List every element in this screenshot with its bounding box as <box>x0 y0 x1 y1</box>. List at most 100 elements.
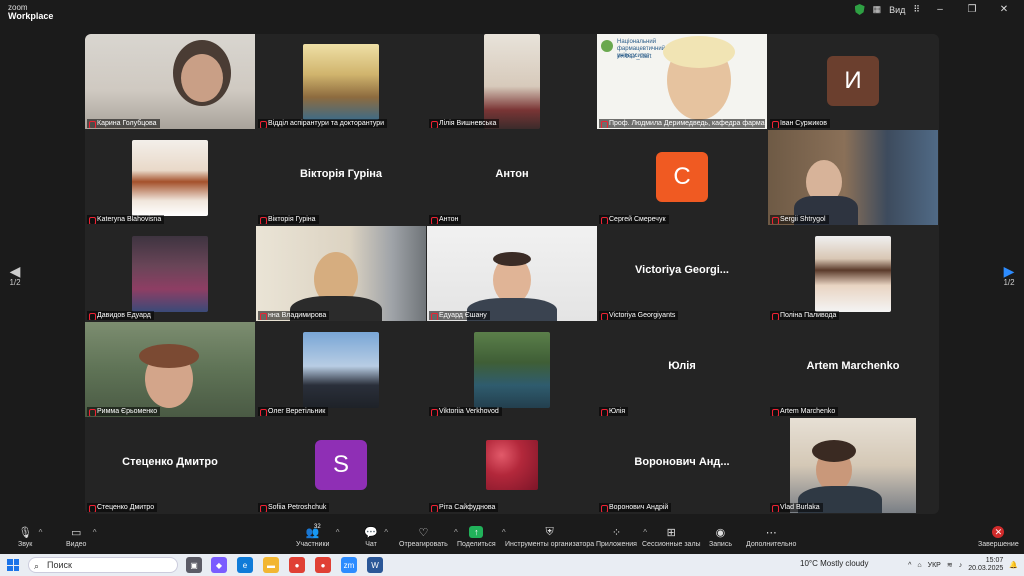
host-tools-button[interactable]: ⛨ Инструменты организатора <box>505 526 594 549</box>
gallery-view: Карина Голубцова Відділ аспірантури та д… <box>85 34 939 514</box>
participant-name: Проф. Людмила Деримедведь, кафедра фарма… <box>599 119 765 128</box>
participant-face <box>181 54 223 102</box>
participant-hair <box>812 440 856 462</box>
word-icon[interactable]: W <box>367 557 383 573</box>
participant-name: Victoriya Georgiyants <box>599 311 679 320</box>
chat-button[interactable]: 💬 Чат ^ <box>364 526 388 549</box>
view-grid-icon[interactable]: ⠿ <box>913 4 920 15</box>
share-button[interactable]: ↑ Поделиться ^ <box>457 526 506 548</box>
weather-widget[interactable]: 10°C Mostly cloudy <box>800 559 869 568</box>
participant-tile[interactable]: Карина Голубцова <box>85 34 255 129</box>
participant-tile[interactable]: Антон Антон <box>427 130 597 225</box>
next-page-button[interactable]: ▶ 1/2 <box>999 264 1019 287</box>
chevron-right-icon: ▶ <box>1003 263 1015 279</box>
video-off-icon: ▭ <box>71 526 82 539</box>
network-icon[interactable]: ⌂ <box>917 562 921 569</box>
view-icon[interactable]: ▦ <box>873 4 882 15</box>
close-icon[interactable]: ✕ <box>992 4 1016 15</box>
avatar: И <box>827 56 879 106</box>
security-shield-icon[interactable] <box>854 4 865 15</box>
tray-overflow-icon[interactable]: ^ <box>908 562 911 569</box>
brand-line2: Workplace <box>8 11 54 21</box>
share-label: Поделиться <box>457 541 496 548</box>
volume-icon[interactable]: ♪ <box>959 562 963 569</box>
minimize-icon[interactable]: – <box>928 4 952 15</box>
copilot-icon[interactable]: ◆ <box>211 557 227 573</box>
taskbar-search-input[interactable]: ⌕ Поиск <box>28 557 178 573</box>
chat-options-chevron-icon[interactable]: ^ <box>384 528 388 537</box>
participant-tile[interactable]: Ріта Сайфуднова <box>427 418 597 513</box>
participant-tile[interactable]: Vlad Burlaka <box>768 418 938 513</box>
video-feed <box>484 34 540 129</box>
participant-tile[interactable]: Стеценко Дмитро Стеценко Дмитро <box>85 418 255 513</box>
participant-tile[interactable]: Юлія Юлія <box>597 322 767 417</box>
video-options-chevron-icon[interactable]: ^ <box>93 528 97 537</box>
view-button[interactable]: Вид <box>889 5 905 15</box>
zoom-taskbar-icon[interactable]: zm <box>341 557 357 573</box>
participant-name: Стеценко Дмитро <box>87 503 158 512</box>
participant-tile[interactable]: S Sofiia Petroshchuk <box>256 418 426 513</box>
participant-tile[interactable]: Вікторія Гуріна Вікторія Гуріна <box>256 130 426 225</box>
profile-photo <box>474 332 550 408</box>
participant-tile[interactable]: Поліна Паливода <box>768 226 938 321</box>
more-button[interactable]: ⋯ Дополнительно <box>746 526 796 549</box>
participant-tile[interactable]: И Іван Суржиков <box>768 34 938 129</box>
profile-photo <box>486 440 538 490</box>
participant-tile[interactable]: Viktoriia Verkhovod <box>427 322 597 417</box>
participant-display-name: Юлія <box>668 360 696 372</box>
participant-name: Карина Голубцова <box>87 119 160 128</box>
maximize-icon[interactable]: ❐ <box>960 4 984 15</box>
edge-browser-icon[interactable]: e <box>237 557 253 573</box>
participant-tile[interactable]: Artem Marchenko Artem Marchenko <box>768 322 938 417</box>
clock-time: 15:07 <box>985 557 1004 564</box>
participant-tile[interactable]: Лілія Вишневська <box>427 34 597 129</box>
participant-display-name: Стеценко Дмитро <box>122 456 218 468</box>
file-explorer-icon[interactable]: ▬ <box>263 557 279 573</box>
participant-tile[interactable]: Давидов Едуард <box>85 226 255 321</box>
participant-tile-active-speaker[interactable]: Едуард Єшану <box>427 226 597 321</box>
apps-button[interactable]: ⁘ Приложения ^ <box>596 526 647 549</box>
participant-tile[interactable]: Воронович Анд... Воронович Андрій <box>597 418 767 513</box>
profile-photo <box>303 44 379 120</box>
react-button[interactable]: ♡ Отреагировать ^ <box>399 526 458 549</box>
windows-start-icon[interactable] <box>7 559 19 571</box>
audio-options-chevron-icon[interactable]: ^ <box>39 528 43 537</box>
task-view-icon[interactable]: ▣ <box>186 557 202 573</box>
wifi-icon[interactable]: ≋ <box>947 561 953 569</box>
participants-options-chevron-icon[interactable]: ^ <box>336 528 340 537</box>
chrome-icon[interactable]: ● <box>289 557 305 573</box>
clock[interactable]: 15:07 20.03.2025 <box>968 557 1003 573</box>
participant-tile[interactable]: Римма Єрьоменко <box>85 322 255 417</box>
participant-tile[interactable]: Victoriya Georgi... Victoriya Georgiyant… <box>597 226 767 321</box>
chrome-profile-icon[interactable]: ● <box>315 557 331 573</box>
participant-name: Vlad Burlaka <box>770 503 823 512</box>
participant-tile[interactable]: Відділ аспірантури та докторантури <box>256 34 426 129</box>
participant-display-name: Artem Marchenko <box>806 360 900 372</box>
audio-button[interactable]: 🎙 Звук ^ <box>18 526 42 549</box>
participant-tile[interactable]: Олег Веретільник <box>256 322 426 417</box>
participant-tile[interactable]: Kateryna Blahovisna <box>85 130 255 225</box>
record-icon: ◉ <box>715 526 726 539</box>
previous-page-button[interactable]: ◀ 1/2 <box>5 264 25 287</box>
language-indicator[interactable]: УКР <box>928 562 941 569</box>
profile-photo <box>815 236 891 312</box>
participants-button[interactable]: 👥 32 Участники ^ <box>296 524 339 548</box>
heart-react-icon: ♡ <box>418 526 429 539</box>
chevron-left-icon: ◀ <box>9 263 21 279</box>
notification-bell-icon[interactable]: 🔔 <box>1009 561 1018 569</box>
breakout-rooms-icon: ⊞ <box>666 526 676 539</box>
participant-name: Вікторія Гуріна <box>258 215 319 224</box>
participant-tile[interactable]: С Сергей Смеречук <box>597 130 767 225</box>
record-button[interactable]: ◉ Запись <box>709 526 732 549</box>
participant-tile[interactable]: нна Владимирова <box>256 226 426 321</box>
end-meeting-button[interactable]: ✕ Завершение <box>978 526 1019 548</box>
breakout-rooms-button[interactable]: ⊞ Сессионные залы <box>642 526 701 549</box>
participant-tile[interactable]: Sergii Shtrygol <box>768 130 938 225</box>
video-label: Видео <box>66 541 87 548</box>
participant-name: Сергей Смеречук <box>599 215 669 224</box>
participant-tile[interactable]: Національний фармацевтичний університет … <box>597 34 767 129</box>
page-indicator-right: 1/2 <box>1003 278 1015 287</box>
video-button[interactable]: ▭ Видео ^ <box>66 526 96 549</box>
university-logo-icon <box>601 40 613 52</box>
end-label: Завершение <box>978 541 1019 548</box>
